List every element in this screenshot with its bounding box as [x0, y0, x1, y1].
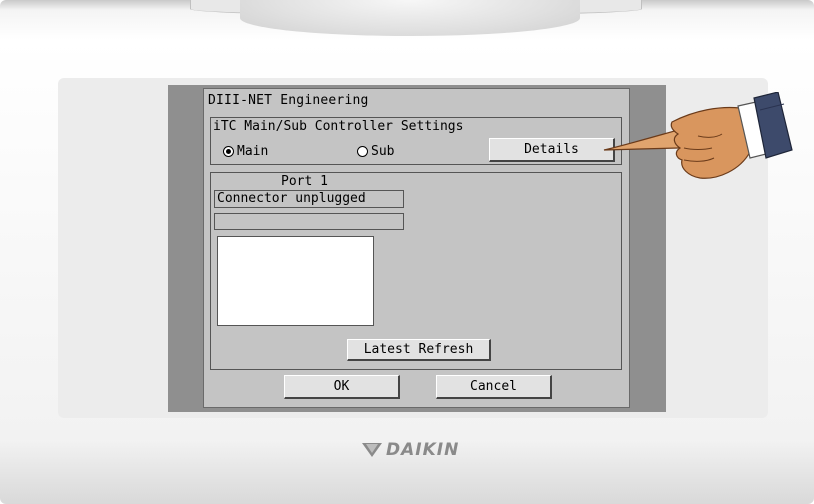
cancel-button[interactable]: Cancel	[436, 375, 552, 399]
daikin-logo: DAIKIN	[362, 440, 459, 460]
port-group: Port 1 Connector unplugged Latest Refres…	[210, 172, 622, 370]
daikin-logo-text: DAIKIN	[386, 440, 460, 460]
controller-device: DIII-NET Engineering iTC Main/Sub Contro…	[0, 0, 814, 504]
sub-radio[interactable]: Sub	[357, 144, 394, 159]
daikin-logo-icon	[362, 443, 382, 457]
sub-radio-dot[interactable]	[357, 146, 368, 157]
main-radio-dot[interactable]	[223, 146, 234, 157]
controller-settings-group: iTC Main/Sub Controller Settings Main Su…	[210, 117, 622, 165]
sub-radio-label: Sub	[371, 144, 395, 159]
connection-status-field: Connector unplugged	[214, 190, 404, 208]
dialog-panel: DIII-NET Engineering iTC Main/Sub Contro…	[203, 88, 630, 408]
device-top-notch	[240, 0, 580, 36]
details-button[interactable]: Details	[489, 138, 615, 162]
port-info-box	[217, 236, 374, 326]
dialog-title: DIII-NET Engineering	[208, 93, 369, 108]
pointing-hand-icon	[603, 92, 793, 179]
main-radio[interactable]: Main	[223, 144, 268, 159]
secondary-status-field	[214, 213, 404, 230]
ok-button[interactable]: OK	[284, 375, 400, 399]
latest-refresh-button[interactable]: Latest Refresh	[347, 339, 491, 361]
port-label: Port 1	[281, 174, 328, 189]
main-radio-label: Main	[237, 144, 269, 159]
controller-settings-label: iTC Main/Sub Controller Settings	[213, 119, 464, 134]
